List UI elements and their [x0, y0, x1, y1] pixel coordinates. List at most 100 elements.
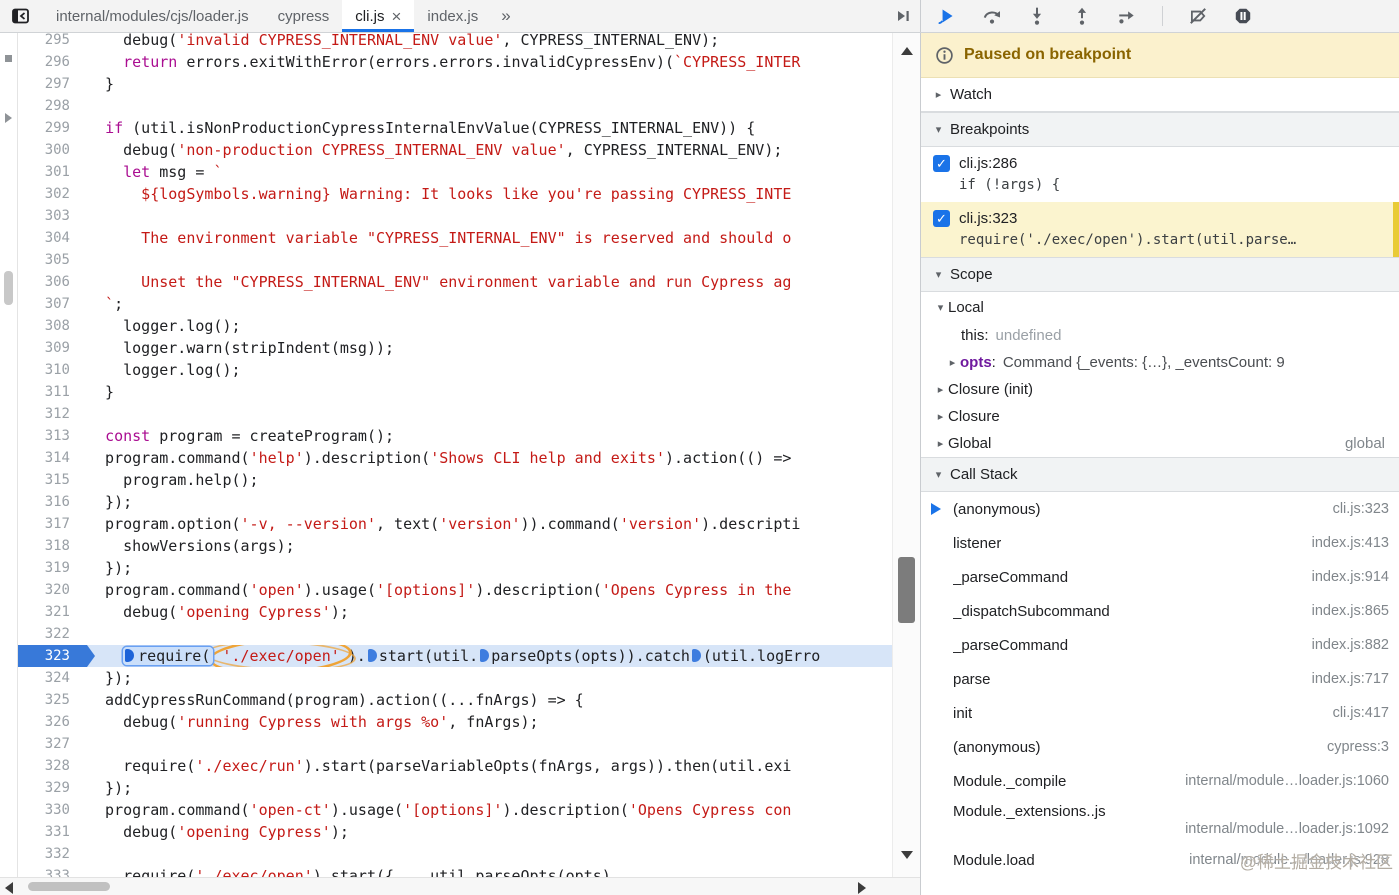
code-text[interactable]: program.command('help').description('Sho… [87, 447, 892, 469]
scope-group[interactable]: Global global [921, 430, 1399, 457]
navigator-toggle-icon[interactable] [0, 7, 40, 25]
code-text[interactable]: return errors.exitWithError(errors.error… [87, 51, 892, 73]
code-text[interactable] [87, 403, 892, 425]
callstack-frame[interactable]: init cli.js:417 [921, 696, 1399, 730]
tab-index.js[interactable]: index.js [414, 0, 491, 32]
line-number[interactable]: 295 [18, 33, 87, 51]
code-text[interactable]: The environment variable "CYPRESS_INTERN… [87, 227, 892, 249]
code-editor[interactable]: 295 debug('invalid CYPRESS_INTERNAL_ENV … [18, 33, 892, 877]
line-number[interactable]: 304 [18, 227, 87, 249]
code-text[interactable]: require('./exec/open').start({ ...util.p… [87, 865, 892, 877]
scope-variable[interactable]: this: undefined [921, 322, 1399, 349]
tab-close-icon[interactable]: × [391, 8, 401, 25]
line-number[interactable]: 303 [18, 205, 87, 227]
line-number[interactable]: 327 [18, 733, 87, 755]
code-text[interactable] [87, 733, 892, 755]
line-number[interactable]: 312 [18, 403, 87, 425]
callstack-frame[interactable]: _parseCommand index.js:882 [921, 628, 1399, 662]
line-number[interactable]: 301 [18, 161, 87, 183]
code-text[interactable]: debug('opening Cypress'); [87, 821, 892, 843]
line-number[interactable]: 313 [18, 425, 87, 447]
chevron-down-icon[interactable] [933, 301, 948, 314]
line-number[interactable]: 329 [18, 777, 87, 799]
code-text[interactable]: debug('non-production CYPRESS_INTERNAL_E… [87, 139, 892, 161]
step-out-icon[interactable] [1072, 6, 1092, 26]
code-text[interactable]: require('./exec/open'). start(util. parseO… [87, 645, 892, 667]
code-text[interactable]: }); [87, 491, 892, 513]
code-text[interactable]: }); [87, 557, 892, 579]
code-text[interactable]: ${logSymbols.warning} Warning: It looks … [87, 183, 892, 205]
scope-variable[interactable]: opts:Command {_events: {…}, _eventsCount… [921, 349, 1399, 376]
code-text[interactable]: showVersions(args); [87, 535, 892, 557]
callstack-frame[interactable]: (anonymous) cli.js:323 [921, 492, 1399, 526]
scroll-right-icon[interactable] [858, 882, 866, 894]
line-number[interactable]: 297 [18, 73, 87, 95]
code-text[interactable]: logger.warn(stripIndent(msg)); [87, 337, 892, 359]
code-text[interactable]: program.command('open-ct').usage('[optio… [87, 799, 892, 821]
line-number[interactable]: 311 [18, 381, 87, 403]
line-number[interactable]: 314 [18, 447, 87, 469]
inline-step-marker-icon[interactable] [366, 647, 379, 665]
code-text[interactable]: debug('running Cypress with args %o', fn… [87, 711, 892, 733]
tab-loader-js[interactable]: internal/modules/cjs/loader.js [40, 8, 265, 25]
resume-icon[interactable] [937, 6, 957, 26]
scope-group[interactable]: Closure (init) [921, 376, 1399, 403]
code-text[interactable]: addCypressRunCommand(program).action((..… [87, 689, 892, 711]
breakpoint-entry[interactable]: cli.js:286 if (!args) { [921, 147, 1399, 202]
inline-step-marker-icon[interactable] [478, 647, 491, 665]
line-number[interactable]: 323 [18, 645, 95, 667]
code-text[interactable]: logger.log(); [87, 359, 892, 381]
line-number[interactable]: 328 [18, 755, 87, 777]
editor-horizontal-scrollbar[interactable] [0, 877, 920, 895]
code-text[interactable]: `; [87, 293, 892, 315]
chevron-right-icon[interactable] [933, 410, 948, 423]
line-number[interactable]: 325 [18, 689, 87, 711]
code-text[interactable] [87, 623, 892, 645]
code-text[interactable]: }); [87, 667, 892, 689]
code-text[interactable]: const program = createProgram(); [87, 425, 892, 447]
step-into-icon[interactable] [1027, 6, 1047, 26]
tab-cli.js[interactable]: cli.js × [342, 0, 415, 32]
line-number[interactable]: 296 [18, 51, 87, 73]
code-text[interactable] [87, 205, 892, 227]
breakpoint-checkbox[interactable] [933, 155, 950, 172]
line-number[interactable]: 332 [18, 843, 87, 865]
code-text[interactable]: program.option('-v, --version', text('ve… [87, 513, 892, 535]
code-text[interactable]: debug('opening Cypress'); [87, 601, 892, 623]
line-number[interactable]: 330 [18, 799, 87, 821]
scope-group[interactable]: Closure [921, 403, 1399, 430]
line-number[interactable]: 316 [18, 491, 87, 513]
callstack-frame[interactable]: _dispatchSubcommand index.js:865 [921, 594, 1399, 628]
panel-toggle-icon[interactable] [894, 7, 912, 25]
scroll-up-icon[interactable] [901, 47, 913, 55]
line-number[interactable]: 305 [18, 249, 87, 271]
line-number[interactable]: 306 [18, 271, 87, 293]
code-text[interactable]: Unset the "CYPRESS_INTERNAL_ENV" environ… [87, 271, 892, 293]
callstack-frame[interactable]: parse index.js:717 [921, 662, 1399, 696]
callstack-frame[interactable]: (anonymous) cypress:3 [921, 730, 1399, 764]
scroll-down-icon[interactable] [901, 851, 913, 859]
breakpoint-entry[interactable]: cli.js:323 require('./exec/open').start(u… [921, 202, 1399, 257]
code-text[interactable]: } [87, 73, 892, 95]
code-text[interactable] [87, 95, 892, 117]
vertical-scrollbar-thumb[interactable] [898, 557, 915, 623]
code-text[interactable] [87, 843, 892, 865]
section-breakpoints[interactable]: Breakpoints [921, 112, 1399, 147]
section-callstack[interactable]: Call Stack [921, 457, 1399, 492]
line-number[interactable]: 300 [18, 139, 87, 161]
horizontal-scrollbar-thumb[interactable] [28, 882, 110, 891]
callstack-frame[interactable]: listener index.js:413 [921, 526, 1399, 560]
code-text[interactable]: if (util.isNonProductionCypressInternalE… [87, 117, 892, 139]
editor-vertical-scrollbar[interactable] [892, 33, 920, 877]
code-text[interactable]: logger.log(); [87, 315, 892, 337]
code-text[interactable]: debug('invalid CYPRESS_INTERNAL_ENV valu… [87, 33, 892, 51]
code-text[interactable]: let msg = ` [87, 161, 892, 183]
line-number[interactable]: 309 [18, 337, 87, 359]
callstack-frame[interactable]: _parseCommand index.js:914 [921, 560, 1399, 594]
code-text[interactable]: } [87, 381, 892, 403]
breakpoint-checkbox[interactable] [933, 210, 950, 227]
pause-on-exceptions-icon[interactable] [1233, 6, 1253, 26]
line-number[interactable]: 317 [18, 513, 87, 535]
line-number[interactable]: 310 [18, 359, 87, 381]
section-watch[interactable]: Watch [921, 78, 1399, 112]
